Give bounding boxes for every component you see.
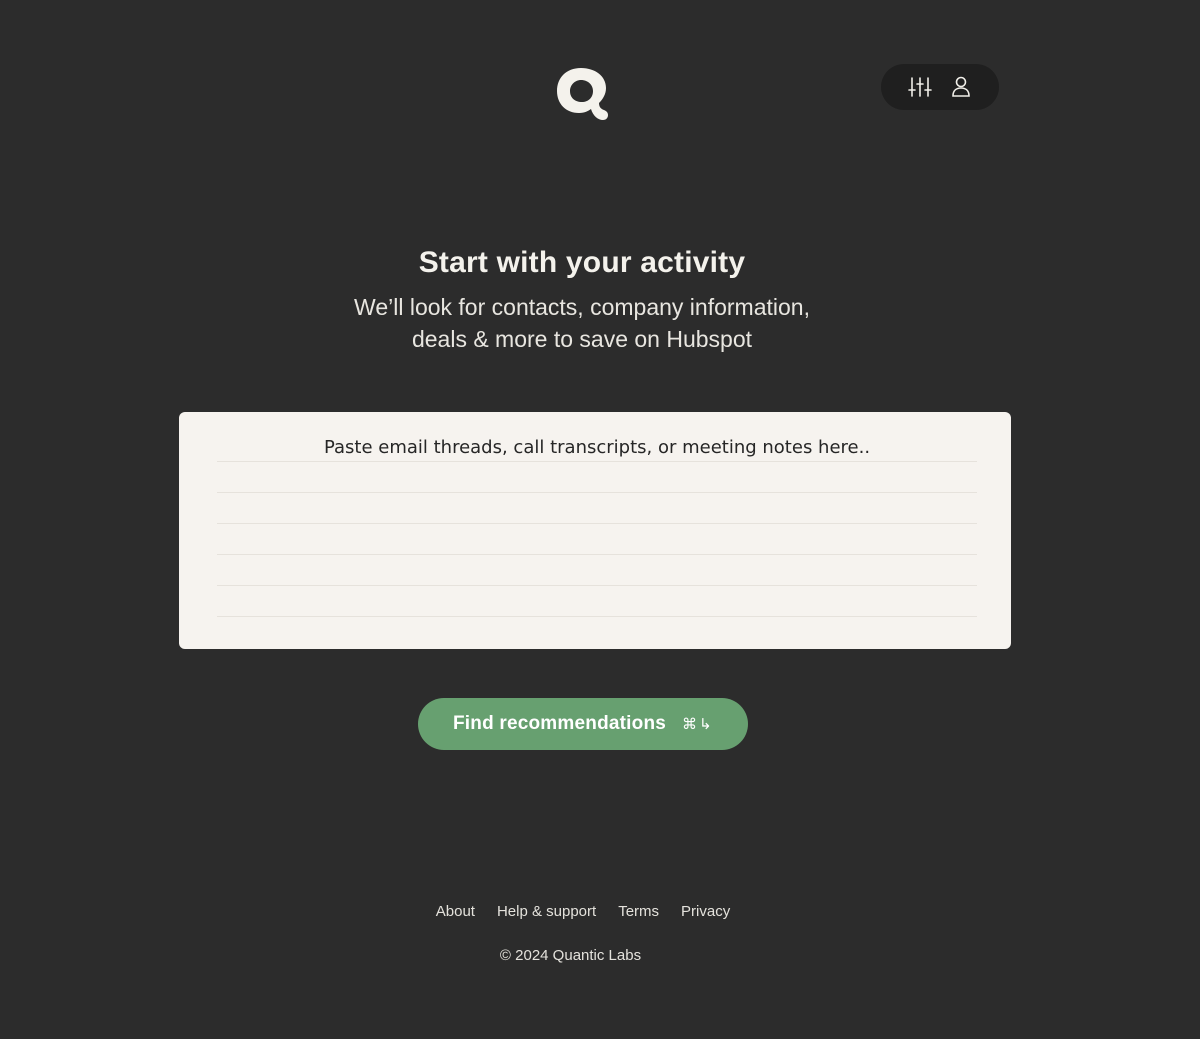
paste-card	[179, 412, 1011, 649]
copyright: © 2024 Quantic Labs	[499, 947, 642, 964]
sliders-icon[interactable]	[907, 74, 933, 100]
page-subtitle-line1: We’ll look for contacts, company informa…	[354, 294, 810, 320]
activity-paste-input[interactable]	[217, 434, 977, 624]
cta-label: Find recommendations	[453, 713, 667, 734]
q-logo-icon[interactable]	[555, 66, 609, 122]
footer-links: About Help & support Terms Privacy	[0, 903, 1166, 920]
footer-link-about[interactable]: About	[436, 903, 475, 920]
page: Start with your activity We’ll look for …	[0, 0, 1200, 1039]
footer-link-help-support[interactable]: Help & support	[497, 903, 596, 920]
page-title: Start with your activity	[418, 246, 746, 279]
toolbar	[881, 64, 999, 110]
footer-link-privacy[interactable]: Privacy	[681, 903, 730, 920]
user-icon[interactable]	[948, 74, 974, 100]
enter-key-icon: ↳	[699, 715, 712, 733]
find-recommendations-button[interactable]: Find recommendations ⌘ ↳	[418, 698, 748, 750]
footer-link-terms[interactable]: Terms	[618, 903, 659, 920]
keyboard-shortcut: ⌘ ↳	[682, 715, 712, 733]
command-key-icon: ⌘	[682, 715, 697, 733]
page-subtitle-line2: deals & more to save on Hubspot	[411, 326, 753, 352]
